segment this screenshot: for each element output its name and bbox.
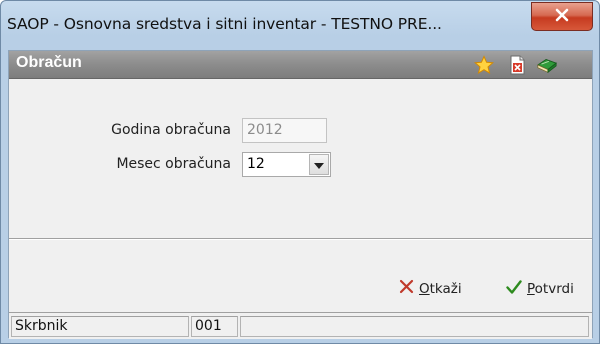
year-label: Godina obračuna	[111, 122, 231, 138]
month-select[interactable]: 12	[242, 152, 331, 177]
month-value: 12	[247, 156, 265, 172]
year-value: 2012	[247, 122, 283, 138]
status-extra	[240, 316, 589, 337]
pdf-delete-icon[interactable]	[506, 54, 528, 76]
book-icon[interactable]	[536, 54, 558, 76]
confirm-label: Potvrdi	[527, 281, 574, 297]
star-icon[interactable]	[473, 54, 495, 76]
status-user-text: Skrbnik	[15, 318, 68, 334]
close-button[interactable]	[531, 2, 593, 31]
month-label: Mesec obračuna	[116, 156, 231, 172]
dialog-body: Obračun Godina obračuna 2012 Mesec obrač…	[8, 50, 593, 339]
confirm-button[interactable]: Potvrdi	[506, 279, 574, 299]
year-field: 2012	[242, 118, 327, 143]
section-title: Obračun	[16, 54, 82, 71]
cancel-button[interactable]: Otkaži	[399, 279, 462, 298]
close-icon	[399, 279, 414, 298]
checkmark-icon	[506, 279, 522, 299]
window-title: SAOP - Osnovna sredstva i sitni inventar…	[7, 15, 442, 33]
section-header: Obračun	[9, 51, 592, 79]
chevron-down-icon	[314, 157, 324, 173]
status-code: 001	[191, 316, 238, 337]
month-dropdown-button[interactable]	[309, 154, 329, 175]
title-bar[interactable]: SAOP - Osnovna sredstva i sitni inventar…	[1, 1, 599, 51]
status-user: Skrbnik	[11, 316, 189, 337]
cancel-label: Otkaži	[419, 280, 462, 297]
divider	[9, 238, 592, 240]
application-window: SAOP - Osnovna sredstva i sitni inventar…	[0, 0, 600, 344]
close-icon	[555, 7, 569, 26]
status-code-text: 001	[195, 318, 222, 334]
status-bar: Skrbnik 001	[9, 312, 592, 339]
